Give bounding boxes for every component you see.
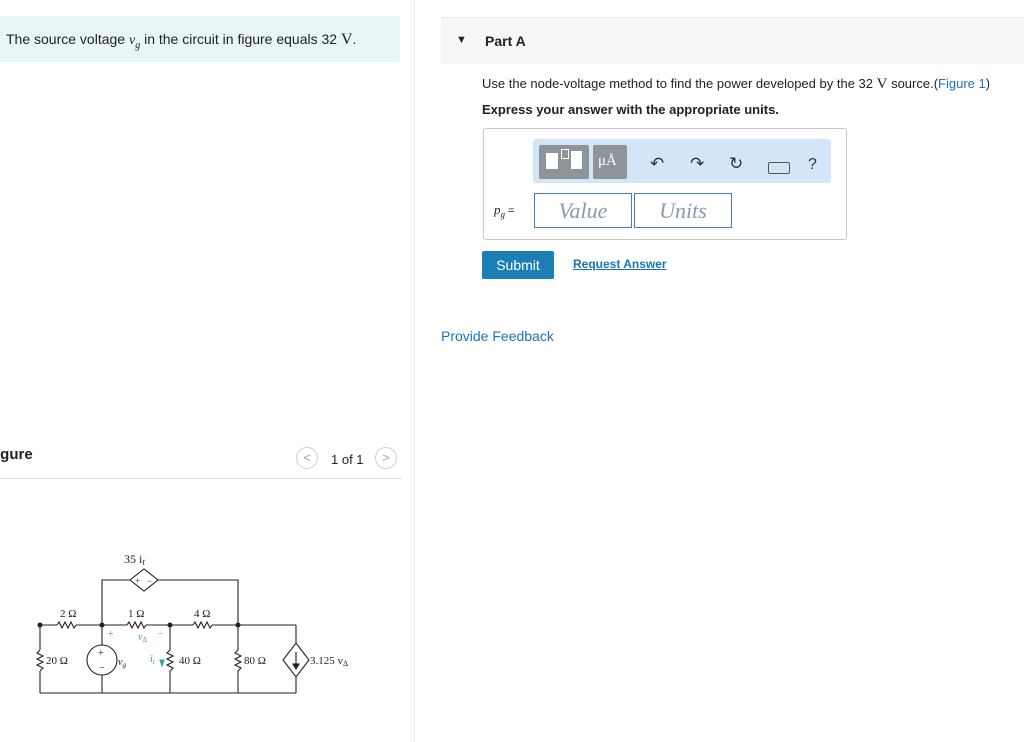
pager-next-button[interactable]: > (375, 447, 397, 469)
label-r1: 1 Ω (128, 608, 144, 620)
problem-statement: The source voltage vg in the circuit in … (0, 16, 400, 62)
units-input[interactable]: Units (634, 193, 732, 228)
resistor-40 (165, 649, 175, 672)
dep-plus: + (135, 576, 140, 586)
vdelta-plus: + (108, 629, 114, 640)
part-header[interactable] (441, 17, 1024, 64)
resistor-4 (192, 620, 213, 630)
undo-icon[interactable]: ↶ (650, 154, 664, 174)
dep-minus: − (147, 576, 152, 586)
value-input[interactable]: Value (534, 193, 632, 228)
resistor-20 (35, 649, 45, 672)
provide-feedback-link[interactable]: Provide Feedback (441, 328, 554, 344)
template-button[interactable] (539, 145, 589, 179)
current-source-label: 3.125 vΔ (310, 655, 348, 668)
keyboard-icon[interactable] (768, 162, 790, 174)
pager-text: 1 of 1 (331, 452, 364, 467)
figure-divider (0, 478, 402, 479)
cs-arrow-icon (292, 663, 300, 671)
vg-plus: + (98, 648, 104, 659)
label-r20: 20 Ω (46, 655, 68, 667)
request-answer-link[interactable]: Request Answer (573, 257, 667, 271)
it-label: it (150, 654, 156, 666)
wire-top-left (101, 579, 130, 625)
dep-source-label: 35 it (124, 552, 145, 567)
part-title: Part A (485, 33, 526, 49)
vdelta-minus: − (158, 629, 164, 640)
units-button[interactable]: μÅ (593, 145, 627, 179)
label-r4: 4 Ω (194, 608, 210, 620)
column-divider (414, 0, 415, 742)
label-r80: 80 Ω (244, 655, 266, 667)
label-r2: 2 Ω (60, 608, 76, 620)
figure-link[interactable]: Figure 1 (938, 76, 986, 91)
resistor-1 (126, 620, 147, 630)
pager-prev-button[interactable]: < (296, 447, 318, 469)
collapse-caret-icon[interactable]: ▼ (456, 34, 467, 46)
label-r40: 40 Ω (179, 655, 201, 667)
resistor-2 (56, 620, 77, 630)
resistor-80 (233, 649, 243, 672)
reset-icon[interactable]: ↻ (729, 154, 743, 174)
vg-minus: − (99, 663, 105, 674)
submit-button[interactable]: Submit (482, 251, 554, 279)
figure-title: igure (0, 446, 33, 463)
circuit-diagram: + − 35 it 2 Ω 1 Ω 4 Ω + vΔ − 20 Ω + − vg… (35, 552, 348, 694)
question-text: Use the node-voltage method to find the … (482, 76, 991, 92)
help-icon[interactable]: ? (808, 156, 817, 174)
it-arrow-icon (159, 659, 165, 668)
redo-icon[interactable]: ↷ (690, 154, 704, 174)
vg-label: vg (118, 657, 126, 669)
instruction-text: Express your answer with the appropriate… (482, 102, 779, 117)
answer-label: pg = (494, 202, 515, 220)
vdelta-label: vΔ (138, 632, 147, 644)
